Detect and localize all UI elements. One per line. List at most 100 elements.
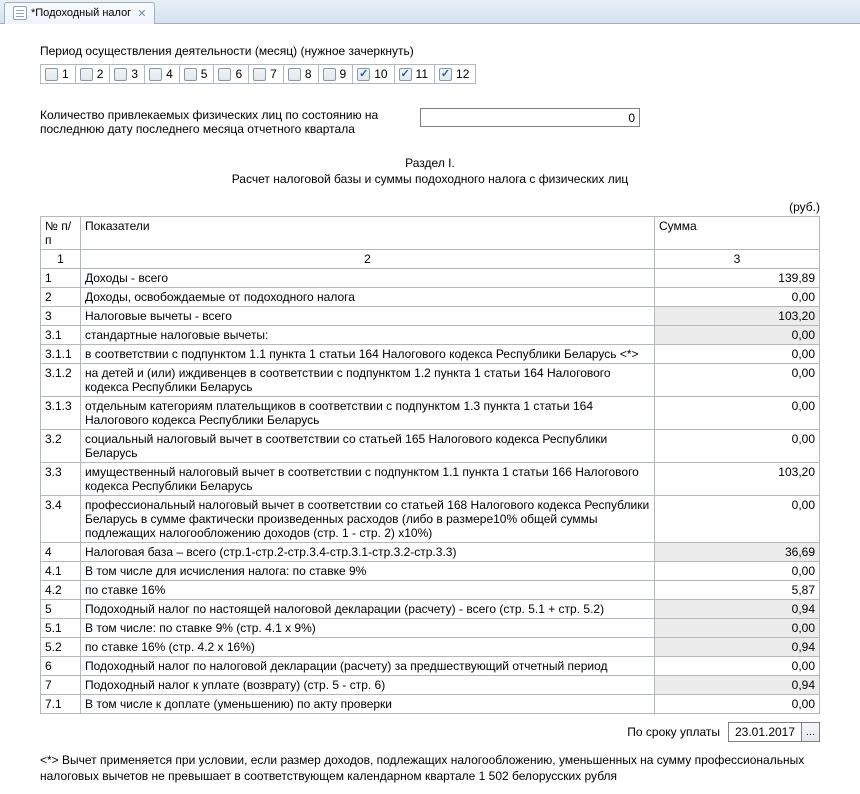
- row-sum[interactable]: 0,00: [655, 657, 820, 676]
- row-number: 4.2: [41, 581, 81, 600]
- row-indicator: профессиональный налоговый вычет в соотв…: [81, 496, 655, 543]
- row-sum[interactable]: 0,00: [655, 562, 820, 581]
- table-row: 4Налоговая база – всего (стр.1-стр.2-стр…: [41, 543, 820, 562]
- table-row: 3.1.3отдельным категориям плательщиков в…: [41, 397, 820, 430]
- row-number: 3: [41, 307, 81, 326]
- months-row: 123456789101112: [40, 64, 476, 84]
- row-sum: 0,94: [655, 600, 820, 619]
- month-checkbox-6[interactable]: [218, 68, 231, 81]
- month-checkbox-5[interactable]: [184, 68, 197, 81]
- row-indicator: отдельным категориям плательщиков в соот…: [81, 397, 655, 430]
- row-sum: 36,69: [655, 543, 820, 562]
- table-row: 1Доходы - всего139,89: [41, 269, 820, 288]
- date-picker-button[interactable]: …: [801, 723, 819, 741]
- table-row: 3.3имущественный налоговый вычет в соотв…: [41, 463, 820, 496]
- table-row: 3Налоговые вычеты - всего103,20: [41, 307, 820, 326]
- header-num: № п/п: [41, 217, 81, 250]
- month-cell-8[interactable]: 8: [284, 65, 319, 83]
- month-label: 4: [166, 67, 173, 81]
- row-sum[interactable]: 0,00: [655, 496, 820, 543]
- qty-block: Количество привлекаемых физических лиц п…: [40, 108, 820, 136]
- row-number: 5.2: [41, 638, 81, 657]
- row-indicator: Доходы, освобождаемые от подоходного нал…: [81, 288, 655, 307]
- month-cell-12[interactable]: 12: [435, 65, 475, 83]
- month-checkbox-7[interactable]: [253, 68, 266, 81]
- month-cell-6[interactable]: 6: [214, 65, 249, 83]
- month-label: 12: [456, 67, 469, 81]
- month-label: 8: [305, 67, 312, 81]
- month-checkbox-8[interactable]: [288, 68, 301, 81]
- row-sum[interactable]: 0,00: [655, 695, 820, 714]
- row-sum[interactable]: 0,00: [655, 364, 820, 397]
- month-cell-11[interactable]: 11: [395, 65, 435, 83]
- month-checkbox-1[interactable]: [45, 68, 58, 81]
- row-number: 4.1: [41, 562, 81, 581]
- row-sum[interactable]: 0,00: [655, 288, 820, 307]
- month-cell-1[interactable]: 1: [41, 65, 76, 83]
- row-sum[interactable]: 0,00: [655, 345, 820, 364]
- table-row: 3.4профессиональный налоговый вычет в со…: [41, 496, 820, 543]
- month-cell-2[interactable]: 2: [76, 65, 111, 83]
- row-indicator: в соответствии с подпунктом 1.1 пункта 1…: [81, 345, 655, 364]
- month-label: 1: [62, 67, 69, 81]
- row-indicator: Налоговые вычеты - всего: [81, 307, 655, 326]
- month-label: 5: [201, 67, 208, 81]
- table-row: 7.1В том числе к доплате (уменьшению) по…: [41, 695, 820, 714]
- row-indicator: по ставке 16% (стр. 4.2 х 16%): [81, 638, 655, 657]
- month-label: 11: [416, 67, 428, 81]
- month-cell-9[interactable]: 9: [319, 65, 354, 83]
- row-sum[interactable]: 139,89: [655, 269, 820, 288]
- row-indicator: В том числе: по ставке 9% (стр. 4.1 х 9%…: [81, 619, 655, 638]
- month-checkbox-11[interactable]: [399, 68, 412, 81]
- month-checkbox-2[interactable]: [80, 68, 93, 81]
- tab-bar: *Подоходный налог ✕: [0, 0, 860, 24]
- row-number: 5: [41, 600, 81, 619]
- row-indicator: Подоходный налог по настоящей налоговой …: [81, 600, 655, 619]
- deadline-date-input[interactable]: [729, 723, 801, 741]
- row-indicator: по ставке 16%: [81, 581, 655, 600]
- month-checkbox-4[interactable]: [149, 68, 162, 81]
- close-icon[interactable]: ✕: [137, 7, 146, 20]
- month-checkbox-12[interactable]: [439, 68, 452, 81]
- table-row: 5.2по ставке 16% (стр. 4.2 х 16%)0,94: [41, 638, 820, 657]
- month-label: 10: [374, 67, 387, 81]
- deadline-row: По сроку уплаты …: [40, 722, 820, 742]
- row-sum[interactable]: 5,87: [655, 581, 820, 600]
- table-row: 3.1.2на детей и (или) иждивенцев в соотв…: [41, 364, 820, 397]
- month-checkbox-9[interactable]: [323, 68, 336, 81]
- qty-label: Количество привлекаемых физических лиц п…: [40, 108, 400, 136]
- document-icon: [13, 6, 27, 20]
- deadline-date-box: …: [728, 722, 820, 742]
- table-row: 3.2социальный налоговый вычет в соответс…: [41, 430, 820, 463]
- row-indicator: В том числе к доплате (уменьшению) по ак…: [81, 695, 655, 714]
- row-indicator: В том числе для исчисления налога: по ст…: [81, 562, 655, 581]
- table-row: 5Подоходный налог по настоящей налоговой…: [41, 600, 820, 619]
- section-subtitle: Расчет налоговой базы и суммы подоходног…: [40, 172, 820, 186]
- month-cell-4[interactable]: 4: [145, 65, 180, 83]
- subheader-num: 1: [41, 250, 81, 269]
- month-checkbox-10[interactable]: [357, 68, 370, 81]
- row-number: 6: [41, 657, 81, 676]
- row-sum: 0,00: [655, 619, 820, 638]
- row-indicator: Доходы - всего: [81, 269, 655, 288]
- month-cell-3[interactable]: 3: [110, 65, 145, 83]
- row-sum[interactable]: 0,00: [655, 397, 820, 430]
- row-sum[interactable]: 0,00: [655, 430, 820, 463]
- table-row: 3.1стандартные налоговые вычеты:0,00: [41, 326, 820, 345]
- table-row: 4.1В том числе для исчисления налога: по…: [41, 562, 820, 581]
- row-sum[interactable]: 103,20: [655, 463, 820, 496]
- month-checkbox-3[interactable]: [114, 68, 127, 81]
- row-number: 3.4: [41, 496, 81, 543]
- document-tab[interactable]: *Подоходный налог ✕: [4, 2, 155, 24]
- row-number: 2: [41, 288, 81, 307]
- month-cell-10[interactable]: 10: [353, 65, 394, 83]
- month-cell-7[interactable]: 7: [249, 65, 284, 83]
- row-sum: 0,94: [655, 638, 820, 657]
- qty-input[interactable]: [420, 108, 640, 127]
- month-cell-5[interactable]: 5: [180, 65, 215, 83]
- tab-title: *Подоходный налог: [31, 7, 131, 19]
- row-number: 3.1.2: [41, 364, 81, 397]
- period-label: Период осуществления деятельности (месяц…: [40, 44, 820, 58]
- row-number: 3.1: [41, 326, 81, 345]
- row-indicator: Подоходный налог по налоговой декларации…: [81, 657, 655, 676]
